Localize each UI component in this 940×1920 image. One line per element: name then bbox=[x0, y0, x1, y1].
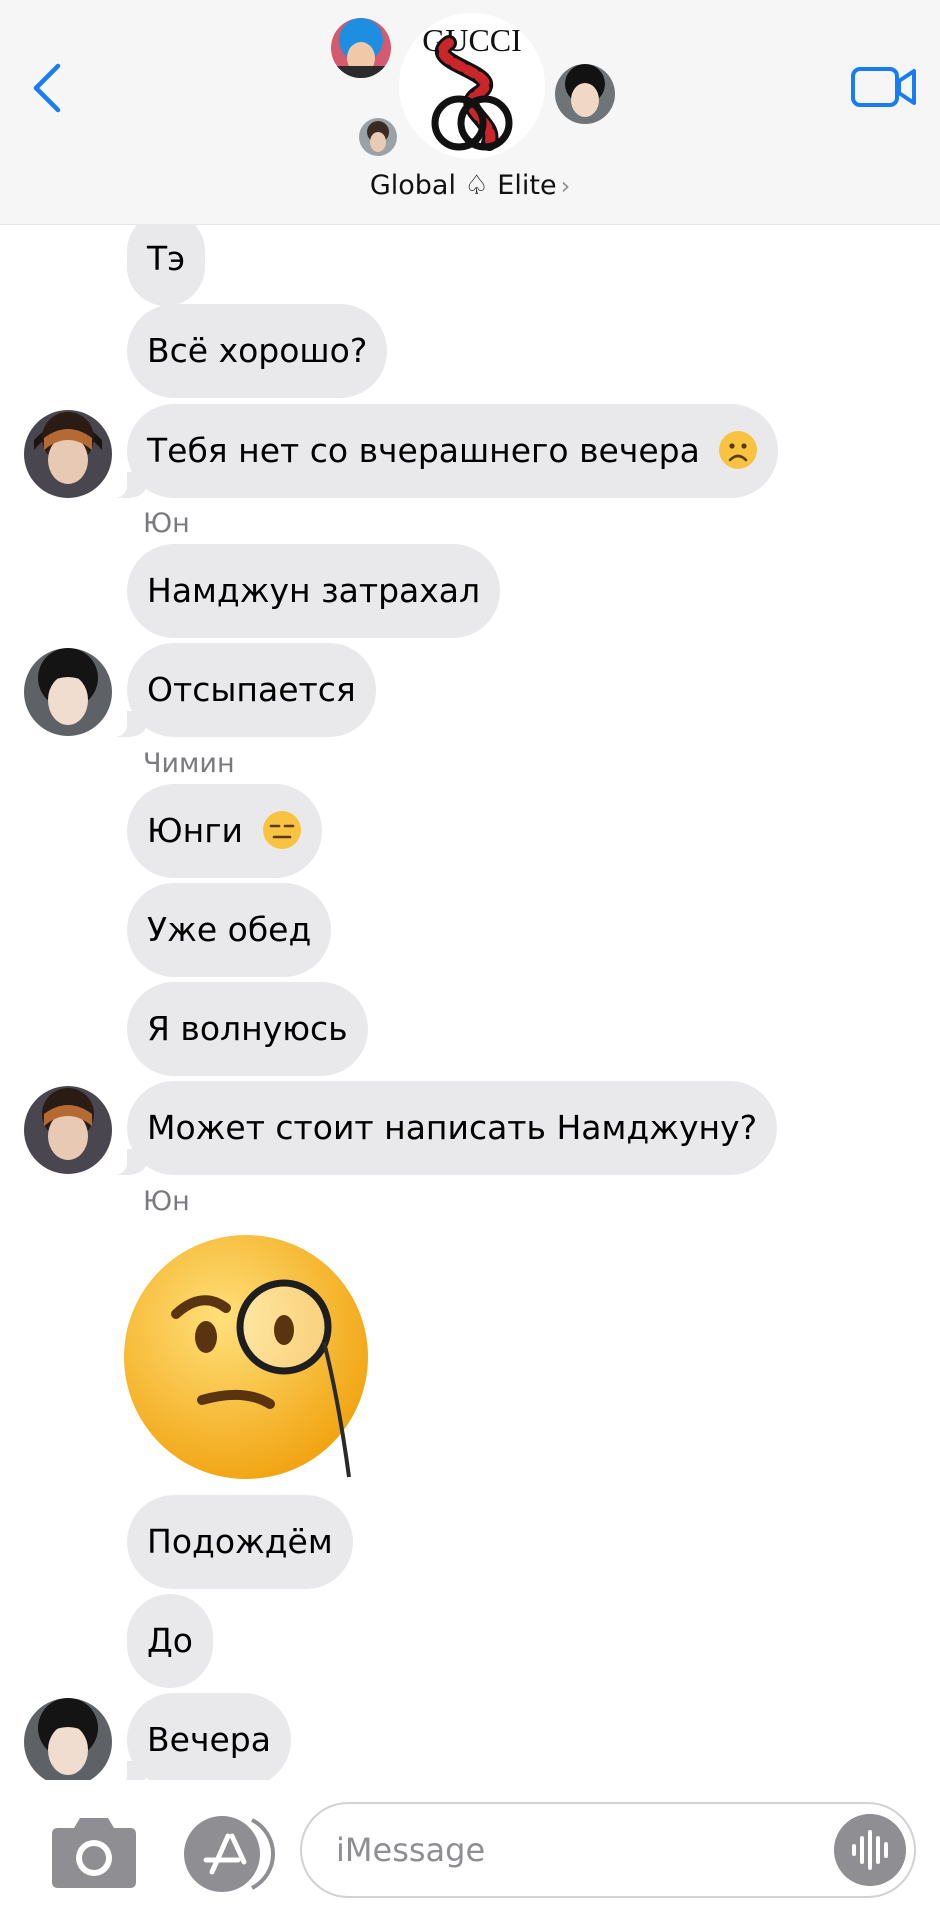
member-avatar[interactable] bbox=[555, 64, 615, 124]
message-text: Тэ bbox=[147, 239, 186, 278]
sender-name: Юн bbox=[143, 508, 190, 539]
message-bubble[interactable]: Может стоит написать Намджуну? bbox=[104, 1081, 778, 1175]
message-text: Может стоит написать Намджуну? bbox=[147, 1108, 758, 1147]
sender-avatar[interactable] bbox=[24, 1086, 112, 1174]
message-bubble[interactable]: Юнги bbox=[127, 784, 322, 878]
sender-name: Чимин bbox=[143, 748, 235, 779]
sender-avatar[interactable] bbox=[24, 410, 112, 498]
message-text: До bbox=[147, 1621, 193, 1660]
message-bubble[interactable]: Всё хорошо? bbox=[127, 304, 388, 398]
frowning-face-emoji-icon bbox=[719, 430, 758, 469]
back-chevron-icon[interactable] bbox=[28, 60, 68, 116]
waveform-icon[interactable] bbox=[834, 1814, 906, 1886]
message-bubble[interactable]: Вечера bbox=[105, 1693, 291, 1780]
composer-bar: iMessage bbox=[0, 1780, 940, 1920]
expressionless-face-emoji-icon bbox=[262, 810, 301, 849]
message-list[interactable]: Тэ Всё хорошо? Тебя нет со вчерашнего ве… bbox=[0, 224, 940, 1780]
message-text: Отсыпается bbox=[147, 670, 356, 709]
member-avatar[interactable] bbox=[359, 118, 397, 156]
conversation-header: GUCCI Global ♤ Elite › bbox=[0, 0, 940, 225]
message-text: Вечера bbox=[147, 1720, 271, 1759]
sender-name: Юн bbox=[143, 1186, 190, 1217]
sender-avatar[interactable] bbox=[24, 648, 112, 736]
camera-icon[interactable] bbox=[48, 1816, 140, 1890]
member-avatar[interactable] bbox=[331, 18, 391, 78]
message-bubble[interactable]: Подождём bbox=[127, 1495, 353, 1589]
message-input[interactable]: iMessage bbox=[300, 1802, 916, 1898]
message-bubble[interactable]: Тэ bbox=[127, 224, 206, 306]
message-bubble[interactable]: До bbox=[127, 1594, 213, 1688]
message-bubble[interactable]: Намджун затрахал bbox=[127, 544, 501, 638]
message-text: Юнги bbox=[147, 811, 243, 850]
message-text: Тебя нет со вчерашнего вечера bbox=[147, 431, 700, 470]
video-camera-icon[interactable] bbox=[850, 64, 918, 110]
sender-avatar[interactable] bbox=[24, 1698, 112, 1780]
face-with-monocle-emoji-icon[interactable] bbox=[124, 1232, 374, 1482]
message-text: Всё хорошо? bbox=[147, 331, 368, 370]
app-store-icon[interactable] bbox=[182, 1814, 282, 1894]
message-text: Намджун затрахал bbox=[147, 571, 481, 610]
message-bubble[interactable]: Я волнуюсь bbox=[127, 982, 368, 1076]
input-placeholder: iMessage bbox=[336, 1831, 486, 1869]
message-text: Уже обед bbox=[147, 910, 312, 949]
message-text: Подождём bbox=[147, 1522, 333, 1561]
group-avatar[interactable]: GUCCI bbox=[399, 13, 545, 159]
message-bubble[interactable]: Отсыпается bbox=[105, 643, 376, 737]
message-text: Я волнуюсь bbox=[147, 1009, 348, 1048]
message-bubble[interactable]: Тебя нет со вчерашнего вечера bbox=[104, 404, 779, 498]
group-title[interactable]: Global ♤ Elite › bbox=[0, 170, 940, 201]
message-bubble[interactable]: Уже обед bbox=[127, 883, 332, 977]
group-name: Global ♤ Elite bbox=[369, 170, 557, 201]
chevron-right-icon: › bbox=[560, 172, 571, 200]
